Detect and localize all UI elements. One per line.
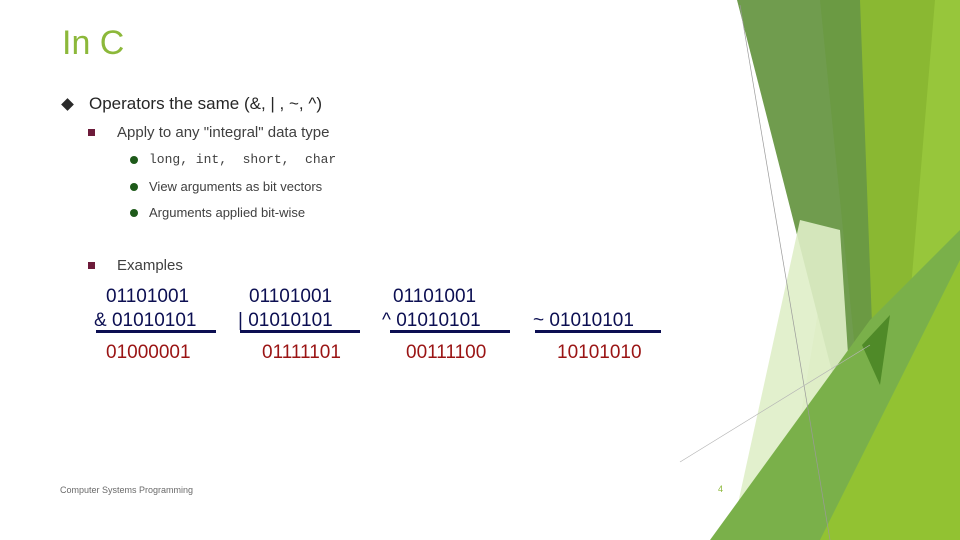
example-not-underline <box>535 330 661 333</box>
example-xor-result: 00111100 <box>406 342 487 363</box>
circle-bullet-icon <box>130 155 138 164</box>
bullet-operators: Operators the same (&, | , ~, ^) <box>60 94 322 114</box>
example-not-result: 10101010 <box>557 342 642 363</box>
example-not-operand: ~ 01010101 <box>533 310 634 331</box>
bullet-text: View arguments as bit vectors <box>149 179 323 194</box>
example-xor-underline <box>390 330 510 333</box>
slide-page-number: 4 <box>718 484 724 494</box>
square-bullet-icon <box>88 129 95 136</box>
example-and-result: 01000001 <box>106 342 191 363</box>
diamond-bullet-icon <box>61 97 74 111</box>
example-and-underline <box>96 330 216 333</box>
example-xor-operand-a: 01101001 <box>393 286 477 307</box>
example-and-operand-a: 01101001 <box>106 286 190 307</box>
bullet-text: long, int, short, char <box>149 152 337 167</box>
bullet-applied: Arguments applied bit-wise <box>130 205 305 220</box>
slide-title: In C <box>62 24 125 62</box>
bullet-text: Operators the same (&, | , ~, ^) <box>89 94 323 113</box>
bullet-view: View arguments as bit vectors <box>130 179 322 194</box>
circle-bullet-icon <box>130 182 138 191</box>
bullet-text: Arguments applied bit-wise <box>149 205 306 220</box>
example-or-underline <box>240 330 360 333</box>
example-xor-operand-b: ^ 01010101 <box>382 310 481 331</box>
bullet-types: long, int, short, char <box>130 152 336 167</box>
bullet-apply: Apply to any "integral" data type <box>88 124 329 141</box>
bullet-text: Apply to any "integral" data type <box>117 124 330 141</box>
example-or-result: 01111101 <box>262 342 341 363</box>
square-bullet-icon <box>88 262 95 269</box>
slide-footer: Computer Systems Programming <box>60 485 194 495</box>
example-or-operand-a: 01101001 <box>249 286 333 307</box>
bullet-text: Examples <box>117 257 183 274</box>
circle-bullet-icon <box>130 208 138 217</box>
example-and-operand-b: & 01010101 <box>94 310 197 331</box>
example-or-operand-b: | 01010101 <box>238 310 333 331</box>
bullet-examples: Examples <box>88 257 183 274</box>
